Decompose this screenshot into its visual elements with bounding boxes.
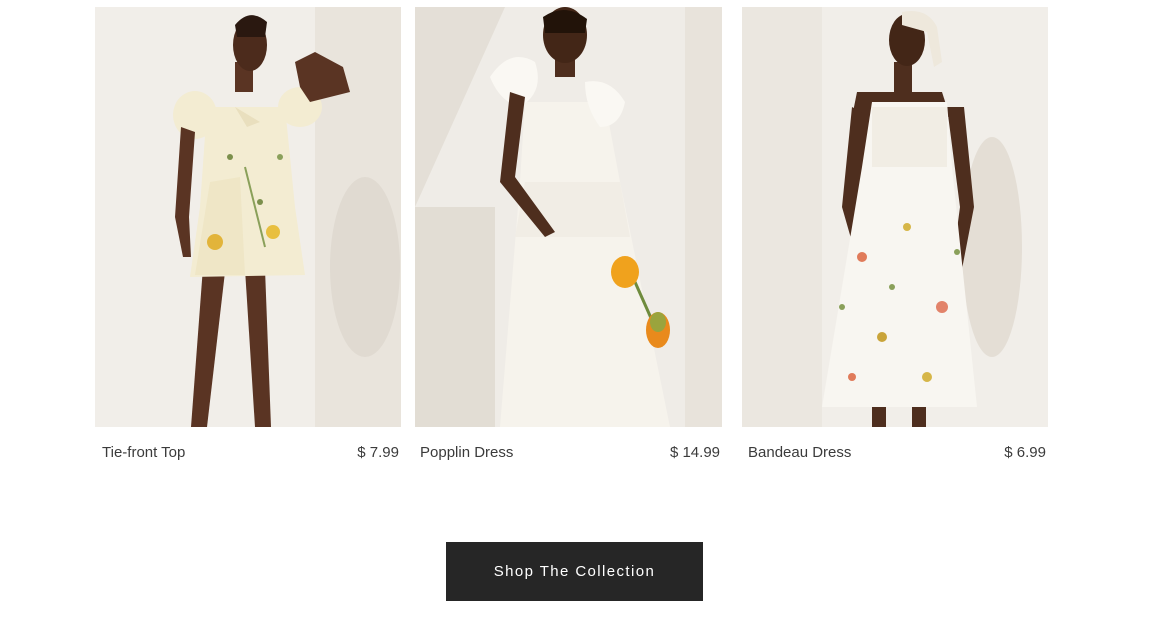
product-image[interactable] [742,7,1048,427]
product-grid: Tie-front Top $ 7.99 Popplin Dress $ 14.… [0,7,1152,477]
product-meta: Bandeau Dress $ 6.99 [742,444,1048,462]
product-name[interactable]: Popplin Dress [420,444,513,462]
model-photo-white-ruffle-dress [415,7,722,427]
shop-collection-button[interactable]: Shop The Collection [446,542,703,601]
product-price: $ 14.99 [669,444,720,461]
product-name[interactable]: Tie-front Top [102,444,185,462]
product-meta: Tie-front Top $ 7.99 [95,444,401,462]
model-photo-floral-mini-dress [95,7,401,427]
product-price: $ 6.99 [1004,444,1046,461]
product-price: $ 7.99 [357,444,399,461]
product-image[interactable] [95,7,401,427]
model-photo-floral-bandeau-dress [742,7,1048,427]
product-card[interactable]: Popplin Dress $ 14.99 [415,7,722,462]
product-image[interactable] [415,7,722,427]
product-card[interactable]: Tie-front Top $ 7.99 [95,7,401,462]
product-name[interactable]: Bandeau Dress [748,444,851,462]
product-card[interactable]: Bandeau Dress $ 6.99 [742,7,1048,462]
product-meta: Popplin Dress $ 14.99 [415,444,722,462]
